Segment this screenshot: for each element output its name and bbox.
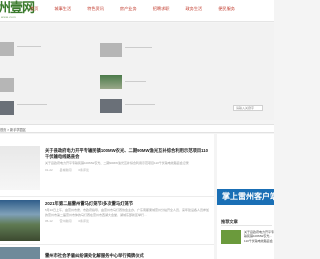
faded-text: ▬▬▬▬▬▬▬▬▬▬ bbox=[17, 102, 47, 106]
nav-item-jobs[interactable]: 招聘求职 bbox=[153, 6, 170, 12]
nav-item-featured-news[interactable]: 特色资讯 bbox=[87, 6, 104, 12]
article-meta: 05-12 雷州新闻 0条评论 bbox=[45, 219, 211, 223]
article-date: 01-22 bbox=[45, 167, 53, 172]
article-comments[interactable]: 0条评论 bbox=[78, 168, 89, 172]
faded-thumbnail bbox=[100, 99, 122, 113]
list-item[interactable]: 雷州市社会矛盾纠纷调处化解服务中心举行揭牌仪式 bbox=[0, 247, 214, 259]
sidebar-item[interactable]: 关于县政府电力开平专输民镇100MW农光…110千伏输电线路县会 bbox=[221, 230, 274, 248]
site-logo-url: www.com bbox=[1, 15, 16, 19]
article-summary: 关于县政府电力开平专输民镇100MW农光、二期90MW渔光互补综合利用示范项目1… bbox=[45, 161, 189, 165]
divider bbox=[0, 196, 214, 197]
nav-item-city-life[interactable]: 城事生活 bbox=[54, 6, 71, 12]
article-comments[interactable]: 0条评论 bbox=[78, 219, 89, 223]
divider bbox=[221, 225, 272, 226]
search-input[interactable]: 请输入关键字 bbox=[233, 105, 263, 111]
list-item[interactable]: 2021年第二届雷州雷马灯笼节/多次雷马灯笼节 5月10日上午，由雷州市委、市政… bbox=[0, 200, 214, 242]
article-category[interactable]: 县城新闻 bbox=[60, 168, 72, 172]
site-logo[interactable]: 州壹网 bbox=[0, 1, 35, 16]
article-title[interactable]: 2021年第二届雷州雷马灯笼节/多次雷马灯笼节 bbox=[45, 201, 211, 207]
article-body: 关于县政府电力开平专输民镇100MW农光、二期90MW渔光互补综合利用示范项目1… bbox=[45, 148, 211, 172]
nav-item-home[interactable]: 首页 bbox=[30, 6, 38, 12]
top-header: 州壹网 www.com 首页 城事生活 特色资讯 房产业务 招聘求职 政务生活 … bbox=[0, 0, 274, 22]
faded-text: ▬▬▬▬▬▬▬▬ bbox=[17, 44, 41, 48]
article-date: 05-12 bbox=[45, 219, 53, 223]
article-title[interactable]: 关于县政府电力开平专输民镇100MW农光、二期90MW渔光互补综合利用示范项目1… bbox=[45, 148, 211, 160]
faded-thumbnail bbox=[0, 78, 14, 92]
divider bbox=[0, 244, 214, 245]
article-body: 2021年第二届雷州雷马灯笼节/多次雷马灯笼节 5月10日上午，由雷州市委、市政… bbox=[45, 201, 211, 223]
article-thumbnail[interactable] bbox=[0, 146, 40, 190]
article-thumbnail[interactable] bbox=[0, 247, 40, 259]
article-list: 关于县政府电力开平专输民镇100MW农光、二期90MW渔光互补综合利用示范项目1… bbox=[0, 134, 214, 259]
nav-item-government[interactable]: 政务生活 bbox=[185, 6, 202, 12]
article-summary: 5月10日上午，由雷州市委、市政府指导，由雷州市马灯赛协会主办，广东南都果城雷州… bbox=[45, 208, 210, 217]
app-download-banner[interactable]: 掌上雷州客户端 bbox=[217, 189, 274, 205]
sidebar-item-thumbnail[interactable] bbox=[221, 230, 241, 244]
sidebar-item-title[interactable]: 关于县政府电力开平专输民镇100MW农光…110千伏输电线路县会 bbox=[244, 230, 274, 243]
faded-thumbnail bbox=[100, 75, 122, 89]
faded-thumbnail bbox=[0, 101, 14, 115]
faded-thumbnail bbox=[100, 43, 122, 57]
article-thumbnail[interactable] bbox=[0, 200, 40, 241]
article-meta: 01-22 县城新闻 0条评论 bbox=[45, 168, 211, 172]
nav-item-services[interactable]: 便民服务 bbox=[218, 6, 235, 12]
article-body: 雷州市社会矛盾纠纷调处化解服务中心举行揭牌仪式 bbox=[45, 253, 211, 259]
faded-text: ▬▬▬▬▬▬▬ bbox=[125, 79, 146, 83]
faded-text: ▬▬▬▬▬▬▬▬▬ bbox=[125, 45, 152, 49]
faded-text: ▬▬▬▬▬▬▬▬▬▬ bbox=[125, 102, 155, 106]
main-nav: 首页 城事生活 特色资讯 房产业务 招聘求职 政务生活 便民服务 bbox=[30, 6, 251, 12]
list-item[interactable]: 关于县政府电力开平专输民镇100MW农光、二期90MW渔光互补综合利用示范项目1… bbox=[0, 146, 214, 196]
article-category[interactable]: 雷州新闻 bbox=[60, 219, 72, 223]
faded-thumbnail bbox=[0, 42, 14, 56]
breadcrumb-bar: 首页 > 新手学园区 bbox=[0, 124, 274, 133]
breadcrumb[interactable]: 首页 > 新手学园区 bbox=[0, 127, 26, 132]
article-title[interactable]: 雷州市社会矛盾纠纷调处化解服务中心举行揭牌仪式 bbox=[45, 253, 211, 259]
nav-item-property[interactable]: 房产业务 bbox=[120, 6, 137, 12]
